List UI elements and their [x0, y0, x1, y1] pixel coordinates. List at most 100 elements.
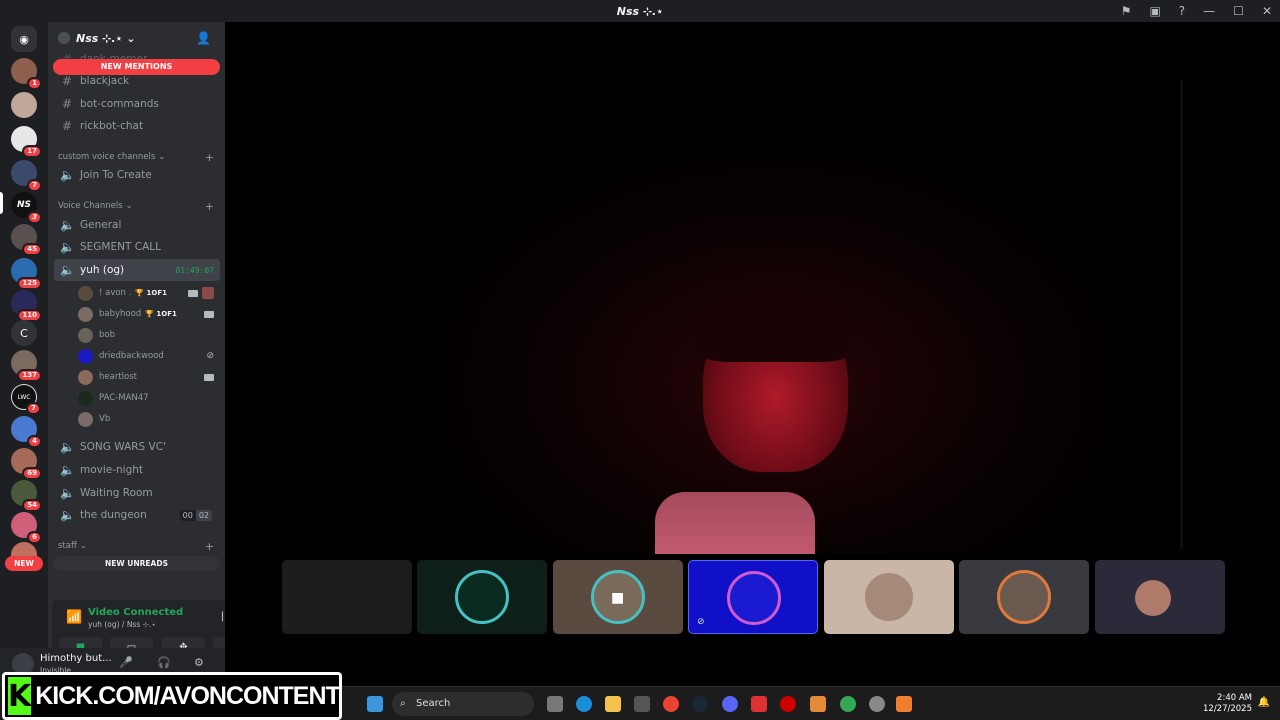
- gear-icon[interactable]: ⚙: [194, 656, 204, 669]
- cloud-app-icon[interactable]: [896, 696, 912, 712]
- channel-sidebar: Nss ⊹.⋆ ⌄ 👤 #dank-memer NEW MENTIONS #bl…: [48, 22, 225, 686]
- taskbar-clock[interactable]: 2:40 AM 12/27/2025: [1203, 693, 1252, 715]
- server-icon[interactable]: 137: [11, 350, 42, 382]
- avatar: [78, 390, 93, 406]
- speaker-icon: 🔈: [60, 218, 75, 232]
- headphones-icon[interactable]: 🎧: [157, 656, 171, 669]
- voice-user[interactable]: babyhood 🏆 1OF1: [78, 304, 218, 324]
- home-discord-icon[interactable]: ◉: [11, 26, 37, 52]
- minimize-icon[interactable]: —: [1203, 4, 1215, 18]
- start-windows-icon[interactable]: [367, 696, 383, 712]
- new-unreads-banner[interactable]: NEW UNREADS: [53, 556, 220, 571]
- username[interactable]: Himothy but...: [40, 653, 112, 664]
- channel-blackjack[interactable]: # blackjack: [54, 70, 220, 92]
- voice-user[interactable]: ! avon . 🏆 1OF1: [78, 283, 218, 303]
- server-icon[interactable]: 4: [11, 416, 42, 448]
- channel-general[interactable]: 🔈 General: [54, 214, 220, 236]
- video-stage: ■ ⊘: [225, 22, 1280, 686]
- inbox-icon[interactable]: ▣: [1149, 4, 1160, 18]
- signal-icon[interactable]: 📶: [66, 610, 82, 625]
- server-icon-c[interactable]: C: [11, 320, 37, 346]
- voice-channel-path[interactable]: yuh (og) / Nss ⊹.⋆: [88, 620, 156, 629]
- chrome-icon[interactable]: [663, 696, 679, 712]
- guild-name: Nss ⊹.⋆: [76, 31, 123, 45]
- taskbar-search[interactable]: ⌕ Search: [392, 692, 534, 716]
- channel-the-dungeon[interactable]: 🔈 the dungeon 00 02: [54, 504, 220, 526]
- server-icon[interactable]: 17: [11, 126, 42, 158]
- participant-tile[interactable]: [1095, 560, 1225, 634]
- counter-limit: 02: [195, 509, 212, 521]
- channel-label: Join To Create: [80, 169, 152, 181]
- opera-icon[interactable]: [780, 696, 796, 712]
- voice-user[interactable]: heartlost: [78, 367, 218, 387]
- category-voice-channels[interactable]: Voice Channels ⌄ +: [58, 200, 218, 213]
- server-icon[interactable]: 125: [11, 258, 42, 290]
- maximize-icon[interactable]: ☐: [1233, 4, 1244, 18]
- category-label: custom voice channels: [58, 152, 156, 162]
- server-icon[interactable]: 69: [11, 448, 42, 480]
- main-video-feed[interactable]: [225, 22, 1280, 554]
- counter-current: 00: [179, 509, 196, 521]
- server-icon-nss[interactable]: NS 3: [11, 192, 42, 224]
- category-custom-voice[interactable]: custom voice channels ⌄ +: [58, 151, 218, 164]
- voice-user[interactable]: driedbackwood ⊘: [78, 346, 218, 366]
- channel-rickbot-chat[interactable]: # rickbot-chat: [54, 115, 220, 137]
- server-icon[interactable]: 1: [11, 58, 42, 90]
- channel-song-wars[interactable]: 🔈 SONG WARS VC': [54, 436, 220, 458]
- camera-icon: [204, 373, 214, 381]
- channel-movie-night[interactable]: 🔈 movie-night: [54, 459, 220, 481]
- server-icon[interactable]: 45: [11, 224, 42, 256]
- server-icon-lwc[interactable]: LWC 7: [11, 384, 41, 415]
- participant-tile[interactable]: [959, 560, 1089, 634]
- file-explorer-icon[interactable]: [605, 696, 621, 712]
- video-figure-shirt: [655, 492, 815, 554]
- new-server-badge[interactable]: NEW: [5, 556, 43, 571]
- server-icon[interactable]: 110: [11, 290, 42, 322]
- app-icon[interactable]: [869, 696, 885, 712]
- stream-preview-icon: [202, 287, 214, 299]
- flag-icon[interactable]: ⚑: [1121, 4, 1132, 18]
- participant-tile[interactable]: [282, 560, 412, 634]
- close-icon[interactable]: ✕: [1262, 4, 1272, 18]
- app-icon-red[interactable]: [751, 696, 767, 712]
- channel-yuh-og[interactable]: 🔈 yuh (og) 81:49:07: [54, 259, 220, 281]
- channel-label: Waiting Room: [80, 487, 153, 499]
- microphone-icon[interactable]: 🎤: [119, 656, 133, 669]
- add-channel-icon[interactable]: +: [205, 200, 214, 213]
- fl-studio-icon[interactable]: [810, 696, 826, 712]
- add-channel-icon[interactable]: +: [205, 540, 214, 553]
- unread-badge: 1: [27, 77, 42, 90]
- participant-tile[interactable]: [417, 560, 547, 634]
- help-icon[interactable]: ?: [1179, 4, 1185, 18]
- chrome-icon[interactable]: [840, 696, 856, 712]
- task-view-icon[interactable]: [547, 696, 563, 712]
- voice-user[interactable]: bob: [78, 325, 218, 345]
- server-icon[interactable]: [11, 92, 37, 118]
- voice-user-name: heartlost: [99, 372, 137, 382]
- clock-time: 2:40 AM: [1217, 693, 1252, 703]
- server-icon[interactable]: 7: [11, 160, 42, 192]
- voice-user[interactable]: PAC-MAN47: [78, 388, 218, 408]
- unread-badge: 137: [17, 369, 42, 382]
- channel-join-to-create[interactable]: 🔈 Join To Create: [54, 164, 220, 186]
- participant-tile[interactable]: ⊘: [688, 560, 818, 634]
- participant-tile[interactable]: [824, 560, 954, 634]
- scrollbar[interactable]: [1180, 80, 1183, 550]
- channel-bot-commands[interactable]: # bot-commands: [54, 93, 220, 115]
- add-channel-icon[interactable]: +: [205, 151, 214, 164]
- steam-icon[interactable]: [692, 696, 708, 712]
- channel-waiting-room[interactable]: 🔈 Waiting Room: [54, 482, 220, 504]
- voice-user-name: PAC-MAN47: [99, 393, 149, 403]
- category-staff[interactable]: staff ⌄ +: [58, 540, 218, 553]
- voice-user[interactable]: Vb: [78, 409, 218, 429]
- server-icon[interactable]: 6: [11, 512, 42, 544]
- edge-browser-icon[interactable]: [576, 696, 592, 712]
- invite-member-icon[interactable]: 👤: [196, 31, 211, 45]
- notification-bell-icon[interactable]: 🔔: [1258, 697, 1270, 708]
- store-icon[interactable]: [634, 696, 650, 712]
- server-icon[interactable]: 54: [11, 480, 42, 512]
- discord-icon[interactable]: [722, 696, 738, 712]
- participant-tile[interactable]: ■: [553, 560, 683, 634]
- channel-segment-call[interactable]: 🔈 SEGMENT CALL: [54, 236, 220, 258]
- speaker-icon: 🔈: [60, 508, 75, 522]
